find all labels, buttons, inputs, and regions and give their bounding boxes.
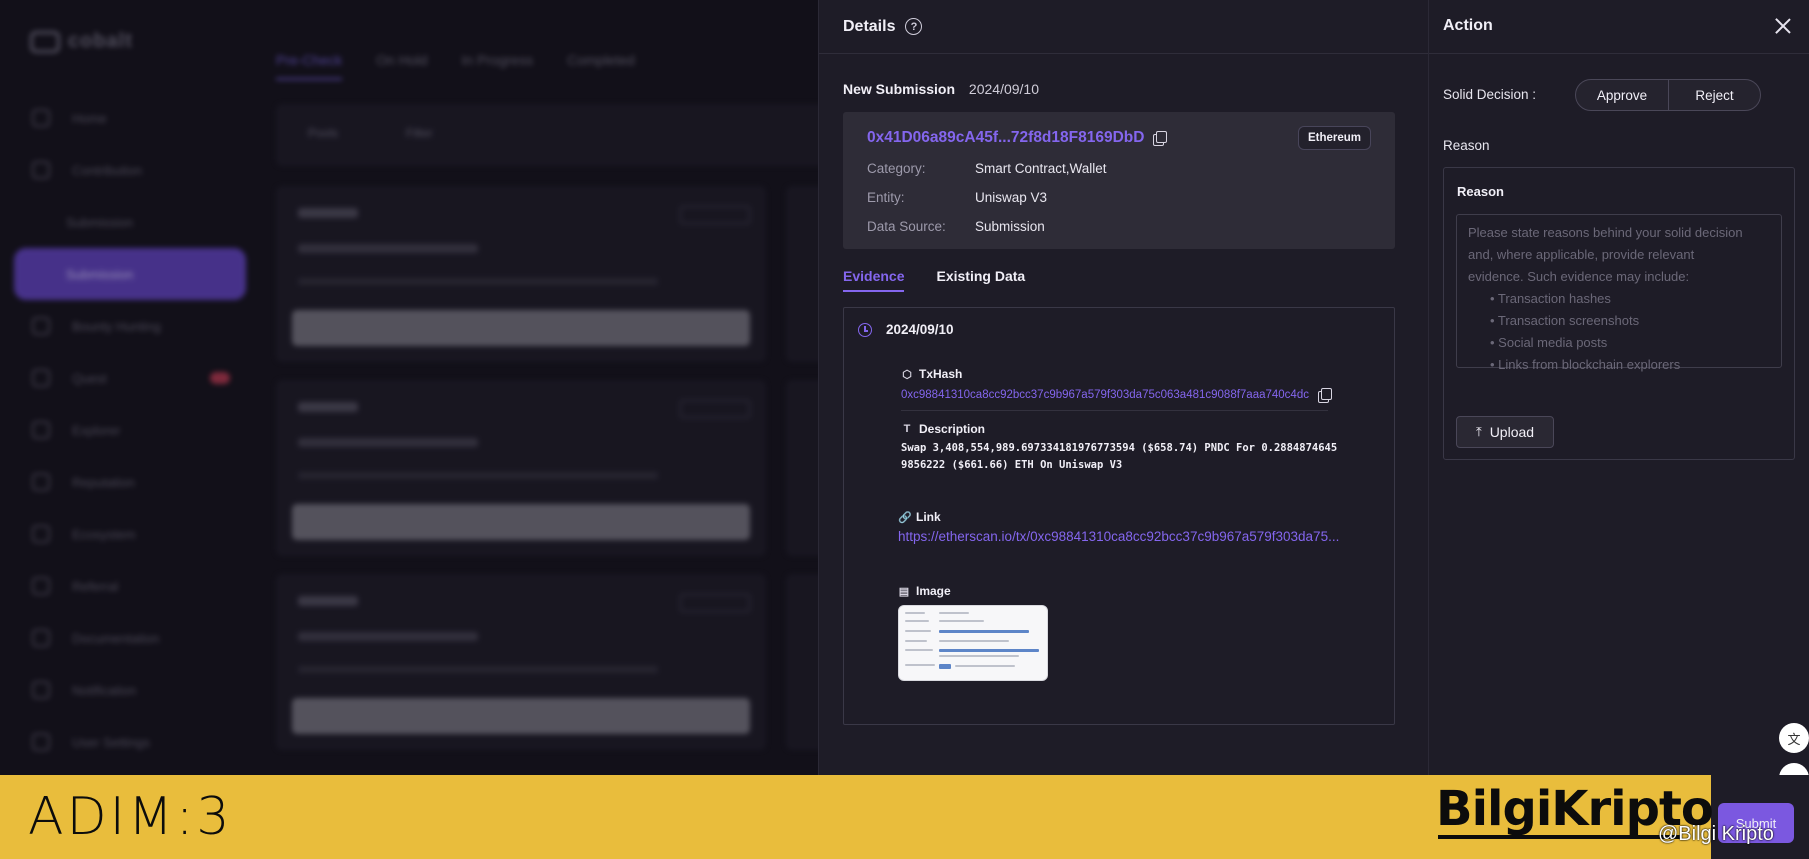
reason-box-label: Reason [1457, 184, 1504, 199]
tab-in-progress[interactable]: In Progress [462, 52, 534, 80]
sidebar-item-validation[interactable]: Submission [14, 248, 246, 300]
link-label: 🔗 Link [898, 510, 941, 524]
sidebar-item-home[interactable]: Home [14, 92, 246, 144]
reason-textarea[interactable]: Please state reasons behind your solid d… [1456, 214, 1782, 372]
image-icon: ▤ [898, 585, 910, 598]
background-card [276, 186, 766, 362]
submission-date: 2024/09/10 [968, 81, 1039, 97]
hash-icon: ⬡ [902, 368, 912, 381]
sidebar-item-submission[interactable]: Submission [14, 196, 246, 248]
sidebar-item-bounty[interactable]: Bounty Hunting [14, 300, 246, 352]
background-card [786, 186, 818, 362]
filter-button[interactable]: Filter [406, 126, 433, 140]
question-circle-icon[interactable]: ? [905, 18, 923, 35]
background-card [786, 380, 818, 556]
sidebar-item-ecosystem[interactable]: Ecosystem [14, 508, 246, 560]
details-title: Details [843, 17, 896, 35]
data-source-value: Submission [975, 219, 1045, 234]
watermark-banner: ADIM:3 BilgiKripto [0, 775, 1714, 859]
action-title: Action [1443, 17, 1493, 34]
image-label: ▤ Image [898, 584, 951, 598]
action-header: Action [1429, 0, 1809, 54]
sidebar-item-quest[interactable]: Quest [14, 352, 246, 404]
social-handle: @Bilgi Kripto [1658, 823, 1774, 845]
reason-box: Reason Please state reasons behind your … [1443, 167, 1795, 460]
description-text: Swap 3,408,554,989.697334181976773594 ($… [901, 442, 1338, 471]
step-label: ADIM:3 [28, 787, 233, 847]
decision-toggle: Approve Reject [1575, 79, 1761, 111]
translate-icon[interactable]: 文 [1779, 723, 1809, 753]
sidebar-item-settings[interactable]: User Settings [14, 716, 246, 768]
sidebar-item-explorer[interactable]: Explorer [14, 404, 246, 456]
background-toolbar: Pools Filter [276, 104, 818, 166]
pools-filter[interactable]: Pools [308, 126, 338, 140]
close-icon[interactable] [1773, 16, 1793, 36]
description-label: T Description [901, 422, 985, 436]
category-value: Smart Contract,Wallet [975, 161, 1107, 176]
brand-underline [1438, 835, 1682, 839]
sidebar-item-contribution[interactable]: Contribution [14, 144, 246, 196]
reject-button[interactable]: Reject [1668, 80, 1760, 110]
chain-badge: Ethereum [1297, 126, 1371, 150]
entity-row: Entity: Uniswap V3 [867, 190, 1047, 205]
evidence-date: 2024/09/10 [886, 322, 954, 337]
tab-completed[interactable]: Completed [567, 52, 635, 80]
sidebar: Home Contribution Submission Submission … [14, 92, 246, 768]
data-source-key: Data Source: [867, 219, 946, 234]
entity-key: Entity: [867, 190, 905, 205]
category-row: Category: Smart Contract,Wallet [867, 161, 1107, 176]
submission-info-card: 0x41D06a89cA45f...72f8d18F8169DbD Ethere… [843, 112, 1395, 249]
details-panel: Details ? New Submission 2024/09/10 0x41… [818, 0, 1428, 775]
details-header: Details ? [819, 0, 1428, 54]
sidebar-item-reputation[interactable]: Reputation [14, 456, 246, 508]
background-card [276, 574, 766, 750]
text-icon: T [903, 423, 911, 435]
upload-button[interactable]: ⤒ Upload [1456, 416, 1554, 448]
tab-pre-check[interactable]: Pre-Check [276, 52, 343, 80]
sidebar-item-referral[interactable]: Referral [14, 560, 246, 612]
etherscan-link[interactable]: https://etherscan.io/tx/0xc98841310ca8cc… [898, 529, 1368, 544]
submission-status: New Submission [843, 81, 956, 97]
divider [901, 410, 1328, 411]
tab-evidence[interactable]: Evidence [843, 268, 905, 292]
sidebar-item-documentation[interactable]: Documentation [14, 612, 246, 664]
txhash-row: 0xc98841310ca8cc92bcc37c9b967a579f303da7… [901, 388, 1332, 403]
tab-on-hold[interactable]: On Hold [376, 52, 427, 80]
background-card [786, 574, 818, 750]
submission-status-line: New Submission 2024/09/10 [843, 81, 1039, 97]
action-panel: Action Solid Decision : Approve Reject R… [1428, 0, 1809, 793]
category-key: Category: [867, 161, 926, 176]
copy-icon[interactable] [1153, 131, 1168, 146]
txhash-value[interactable]: 0xc98841310ca8cc92bcc37c9b967a579f303da7… [901, 389, 1309, 401]
background-card [276, 380, 766, 556]
data-source-row: Data Source: Submission [867, 219, 1045, 234]
upload-icon: ⤒ [1475, 424, 1482, 439]
txhash-label: ⬡ TxHash [902, 367, 963, 381]
tab-existing-data[interactable]: Existing Data [936, 268, 1025, 292]
details-tabs: Evidence Existing Data [843, 268, 1025, 292]
evidence-image-thumbnail[interactable] [898, 605, 1048, 681]
background-tabs: Pre-Check On Hold In Progress Completed [276, 52, 635, 80]
background-app: cobalt Home Contribution Submission Subm… [0, 0, 818, 775]
reason-label: Reason [1443, 138, 1490, 153]
app-logo: cobalt [30, 30, 133, 53]
wallet-address-row: 0x41D06a89cA45f...72f8d18F8169DbD [867, 129, 1168, 147]
copy-icon[interactable] [1317, 388, 1332, 403]
clock-icon [858, 323, 872, 337]
entity-value: Uniswap V3 [975, 190, 1048, 205]
approve-button[interactable]: Approve [1576, 80, 1668, 110]
wallet-address[interactable]: 0x41D06a89cA45f...72f8d18F8169DbD [867, 129, 1144, 147]
link-icon: 🔗 [898, 511, 912, 524]
evidence-panel: 2024/09/10 ⬡ TxHash 0xc98841310ca8cc92bcc… [843, 307, 1395, 725]
solid-decision-label: Solid Decision : [1443, 87, 1537, 102]
sidebar-item-notification[interactable]: Notification [14, 664, 246, 716]
